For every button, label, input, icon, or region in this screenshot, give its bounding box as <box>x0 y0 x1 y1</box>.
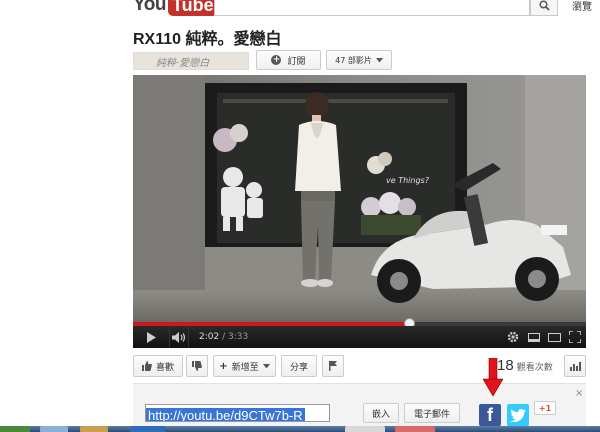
video-count-label: 47 部影片 <box>335 55 372 65</box>
embed-label: 嵌入 <box>371 409 390 420</box>
small-player-icon <box>528 332 540 342</box>
like-label: 喜歡 <box>155 362 174 373</box>
logo-tube-text: Tube <box>167 0 218 16</box>
youtube-watch-page: You Tube 瀏覽 RX110 純粹。愛戀白 純粹‧愛戀白 + 訂閱 47 … <box>0 0 600 432</box>
search-button[interactable] <box>530 0 558 16</box>
red-arrow-icon <box>483 358 503 397</box>
small-player-button[interactable] <box>524 326 544 348</box>
taskbar-item[interactable] <box>40 426 68 432</box>
share-url-field[interactable]: http://youtu.be/d9CTw7b-R <box>145 404 330 422</box>
volume-icon <box>172 331 186 343</box>
close-icon[interactable]: × <box>575 388 583 399</box>
embed-button[interactable]: 嵌入 <box>363 403 399 423</box>
video-frame: ve Things? <box>133 75 586 322</box>
volume-button[interactable] <box>169 326 189 348</box>
thumbs-down-icon <box>192 361 202 371</box>
plus-icon: + <box>219 360 228 372</box>
large-player-button[interactable] <box>544 326 564 348</box>
settings-button[interactable] <box>502 326 524 348</box>
twitter-share-button[interactable] <box>507 404 529 426</box>
taskbar-item[interactable] <box>130 426 165 432</box>
subscribe-label: 訂閱 <box>287 56 306 67</box>
fullscreen-icon <box>569 331 581 343</box>
video-title: RX110 純粹。愛戀白 <box>133 31 282 48</box>
duration: 3:33 <box>227 332 249 342</box>
facebook-share-button[interactable]: f <box>479 404 501 426</box>
dislike-button[interactable] <box>186 355 208 377</box>
facebook-icon: f <box>487 405 493 425</box>
view-count: 18 觀看次數 <box>497 357 553 374</box>
video-count-dropdown[interactable]: 47 部影片 <box>326 50 392 70</box>
view-count-label: 觀看次數 <box>516 363 553 373</box>
thumbs-up-icon <box>141 361 152 371</box>
chevron-down-icon <box>375 57 383 62</box>
current-time: 2:02 <box>199 332 220 342</box>
player-controls: 2:02 / 3:33 <box>133 326 586 348</box>
like-button[interactable]: 喜歡 <box>133 355 183 377</box>
time-display: 2:02 / 3:33 <box>199 332 249 342</box>
taskbar <box>0 426 600 432</box>
search-icon <box>538 0 550 11</box>
email-button[interactable]: 電子郵件 <box>404 403 460 423</box>
share-url-text: http://youtu.be/d9CTw7b-R <box>146 408 305 422</box>
plus-icon: + <box>271 55 282 65</box>
youtube-logo[interactable]: You Tube <box>133 0 218 16</box>
play-button[interactable] <box>133 326 169 348</box>
add-to-label: 新增至 <box>231 362 259 373</box>
search-input[interactable] <box>214 0 530 16</box>
channel-banner[interactable]: 純粹‧愛戀白 <box>133 52 249 70</box>
add-to-button[interactable]: + 新增至 <box>213 355 276 377</box>
chevron-down-icon <box>262 363 270 368</box>
taskbar-item[interactable] <box>345 426 385 432</box>
play-icon <box>147 331 156 343</box>
share-label: 分享 <box>289 362 308 373</box>
subscribe-button[interactable]: + 訂閱 <box>256 50 321 70</box>
flag-button[interactable] <box>322 355 344 377</box>
taskbar-item[interactable] <box>80 426 108 432</box>
flag-icon <box>329 361 337 371</box>
google-plus-button[interactable]: +1 <box>534 401 556 415</box>
google-plus-label: +1 <box>538 403 552 413</box>
browse-link[interactable]: 瀏覽 <box>572 0 592 13</box>
large-player-icon <box>547 332 561 342</box>
stats-button[interactable] <box>564 355 586 377</box>
twitter-icon <box>510 408 526 422</box>
email-label: 電子郵件 <box>413 409 450 420</box>
start-button[interactable] <box>0 426 30 432</box>
gear-icon <box>507 331 519 343</box>
share-button[interactable]: 分享 <box>281 355 317 377</box>
channel-name: 純粹‧愛戀白 <box>156 57 210 69</box>
fullscreen-button[interactable] <box>564 326 586 348</box>
video-player[interactable]: ve Things? 2:02 / 3:33 <box>133 75 586 348</box>
logo-you-text: You <box>133 0 166 15</box>
svg-text:ve Things?: ve Things? <box>386 176 430 185</box>
stats-icon <box>569 362 581 371</box>
taskbar-item[interactable] <box>395 426 435 432</box>
